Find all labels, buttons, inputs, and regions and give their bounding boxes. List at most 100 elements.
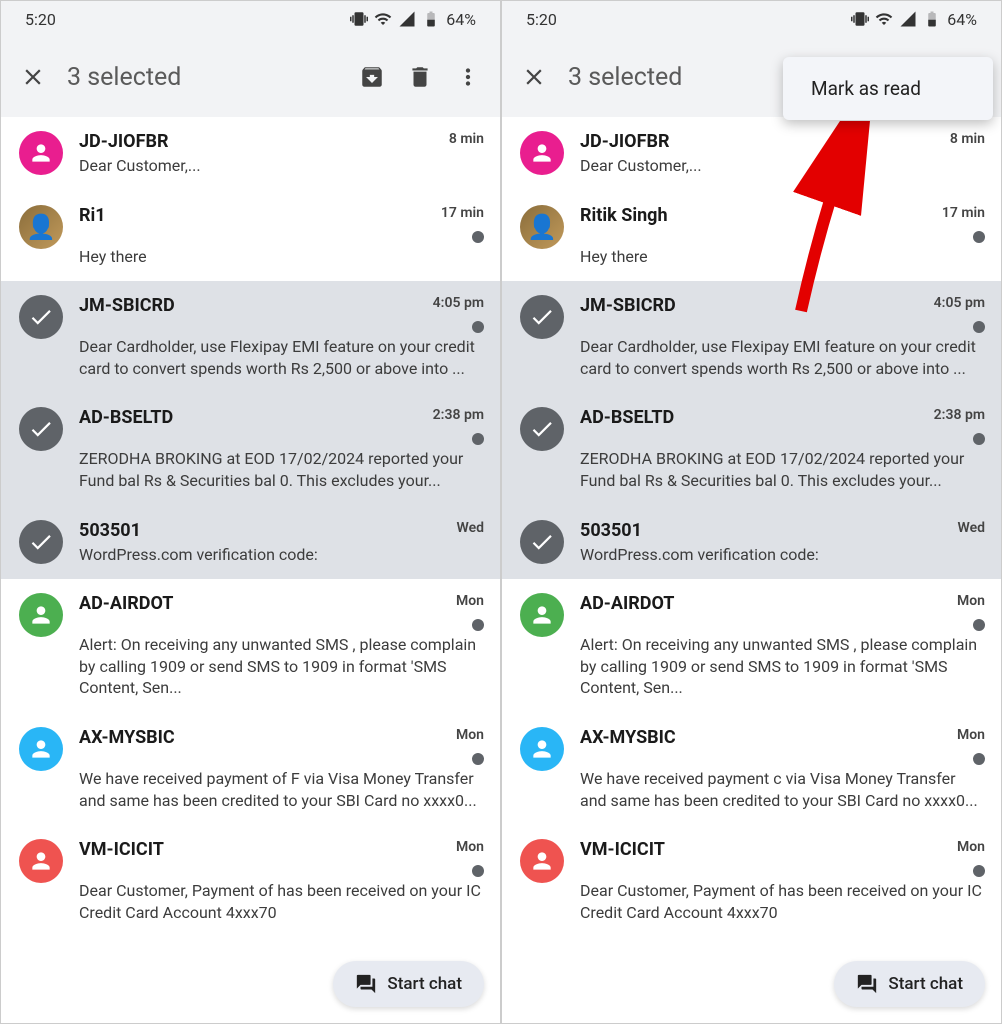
conversation-item[interactable]: JM-SBICRD4:05 pmDear Cardholder, use Fle… (1, 281, 500, 393)
battery-icon (422, 10, 440, 28)
conversation-time: 8 min (449, 131, 484, 147)
conversation-sender: JM-SBICRD (580, 295, 676, 316)
screen-left: 5:20 64% 3 selected JD-JIOFBR 8 min Dear C… (0, 0, 501, 1024)
overflow-menu: Mark as read (783, 57, 993, 120)
unread-indicator (472, 231, 484, 243)
conversation-sender: 503501 (580, 520, 642, 541)
conversation-sender: VM-ICICIT (79, 839, 164, 860)
conversation-item[interactable]: AX-MYSBICMonWe have received payment of … (1, 713, 500, 825)
vibrate-icon (851, 10, 869, 28)
selection-header: 3 selected (1, 37, 500, 117)
conversation-item[interactable]: VM-ICICIT Mon Dear Customer, Payment of ha… (502, 825, 1001, 937)
conversation-preview: ZERODHA BROKING at EOD 17/02/2024 report… (79, 448, 484, 491)
status-right: 64% (851, 10, 977, 29)
unread-indicator (973, 619, 985, 631)
avatar (520, 727, 564, 771)
conversation-time: 17 min (441, 205, 484, 221)
conversation-sender: 503501 (79, 520, 141, 541)
menu-mark-as-read[interactable]: Mark as read (811, 77, 965, 100)
conversation-item[interactable]: Ri117 minHey there (1, 191, 500, 282)
status-right: 64% (350, 10, 476, 29)
battery-icon (923, 10, 941, 28)
wifi-icon (875, 10, 893, 28)
conversation-item[interactable]: AX-MYSBIC Mon We have received payment c v… (502, 713, 1001, 825)
wifi-icon (374, 10, 392, 28)
conversation-sender: VM-ICICIT (580, 839, 665, 860)
avatar (19, 205, 63, 249)
unread-indicator (472, 865, 484, 877)
avatar (19, 839, 63, 883)
selected-check-icon (520, 295, 564, 339)
overflow-icon[interactable] (454, 63, 482, 91)
conversation-item[interactable]: AD-AIRDOT Mon Alert: On receiving any unwa… (502, 579, 1001, 713)
conversation-time: Mon (456, 727, 484, 743)
conversation-preview: Dear Customer, Payment of has been recei… (79, 880, 484, 923)
fab-label: Start chat (387, 974, 462, 994)
conversation-time: Mon (957, 839, 985, 855)
unread-indicator (973, 753, 985, 765)
battery-text: 64% (446, 10, 476, 29)
conversation-list[interactable]: JD-JIOFBR8 minDear Customer,...Ri117 min… (1, 117, 500, 937)
conversation-sender: AD-BSELTD (580, 407, 674, 428)
archive-icon[interactable] (358, 63, 386, 91)
status-time: 5:20 (526, 10, 557, 29)
conversation-item[interactable]: 503501 Wed WordPress.com verification code… (1, 506, 500, 580)
avatar (19, 593, 63, 637)
conversation-item[interactable]: AD-BSELTD2:38 pmZERODHA BROKING at EOD 1… (502, 393, 1001, 505)
status-time: 5:20 (25, 10, 56, 29)
battery-text: 64% (947, 10, 977, 29)
conversation-item[interactable]: AD-BSELTD2:38 pmZERODHA BROKING at EOD 1… (1, 393, 500, 505)
conversation-item[interactable]: JD-JIOFBR8 minDear Customer,... (502, 117, 1001, 191)
conversation-sender: AX-MYSBIC (580, 727, 676, 748)
conversation-preview: Dear Cardholder, use Flexipay EMI featur… (580, 336, 985, 379)
conversation-time: Mon (456, 839, 484, 855)
conversation-sender: JD-JIOFBR (79, 131, 168, 152)
status-bar: 5:20 64% (1, 1, 500, 37)
conversation-time: Mon (957, 727, 985, 743)
selected-check-icon (19, 520, 63, 564)
unread-indicator (973, 321, 985, 333)
selection-count: 3 selected (67, 63, 338, 92)
conversation-preview: WordPress.com verification code: (580, 544, 985, 566)
conversation-time: Mon (957, 593, 985, 609)
conversation-item[interactable]: JM-SBICRD4:05 pmDear Cardholder, use Fle… (502, 281, 1001, 393)
close-icon[interactable] (19, 63, 47, 91)
conversation-time: 4:05 pm (433, 295, 484, 311)
start-chat-button[interactable]: Start chat (834, 961, 985, 1007)
conversation-sender: AD-AIRDOT (580, 593, 674, 614)
fab-label: Start chat (888, 974, 963, 994)
conversation-item[interactable]: JD-JIOFBR8 minDear Customer,... (1, 117, 500, 191)
selected-check-icon (520, 520, 564, 564)
conversation-time: 17 min (942, 205, 985, 221)
conversation-item[interactable]: AD-AIRDOTMonAlert: On receiving any unwa… (1, 579, 500, 713)
close-icon[interactable] (520, 63, 548, 91)
signal-icon (899, 10, 917, 28)
conversation-time: Mon (456, 593, 484, 609)
avatar (520, 131, 564, 175)
conversation-sender: AX-MYSBIC (79, 727, 175, 748)
avatar (520, 839, 564, 883)
selected-check-icon (19, 295, 63, 339)
conversation-preview: We have received payment c via Visa Mone… (580, 768, 985, 811)
conversation-item[interactable]: Ritik Singh17 minHey there (502, 191, 1001, 282)
conversation-list[interactable]: JD-JIOFBR8 minDear Customer,...Ritik Sin… (502, 117, 1001, 937)
conversation-sender: JM-SBICRD (79, 295, 175, 316)
avatar (19, 131, 63, 175)
unread-indicator (973, 231, 985, 243)
delete-icon[interactable] (406, 63, 434, 91)
conversation-item[interactable]: VM-ICICIT Mon Dear Customer, Payment of ha… (1, 825, 500, 937)
selected-check-icon (520, 407, 564, 451)
signal-icon (398, 10, 416, 28)
conversation-preview: Dear Customer, Payment of has been recei… (580, 880, 985, 923)
unread-indicator (472, 753, 484, 765)
start-chat-button[interactable]: Start chat (333, 961, 484, 1007)
conversation-time: Wed (457, 520, 485, 536)
conversation-preview: WordPress.com verification code: (79, 544, 484, 566)
unread-indicator (973, 865, 985, 877)
screen-right: 5:20 64% 3 selected Mark as read JD-JIOF… (501, 0, 1002, 1024)
status-bar: 5:20 64% (502, 1, 1001, 37)
unread-indicator (472, 321, 484, 333)
conversation-sender: AD-BSELTD (79, 407, 173, 428)
conversation-item[interactable]: 503501WedWordPress.com verification code… (502, 506, 1001, 580)
conversation-preview: Alert: On receiving any unwanted SMS , p… (580, 634, 985, 699)
